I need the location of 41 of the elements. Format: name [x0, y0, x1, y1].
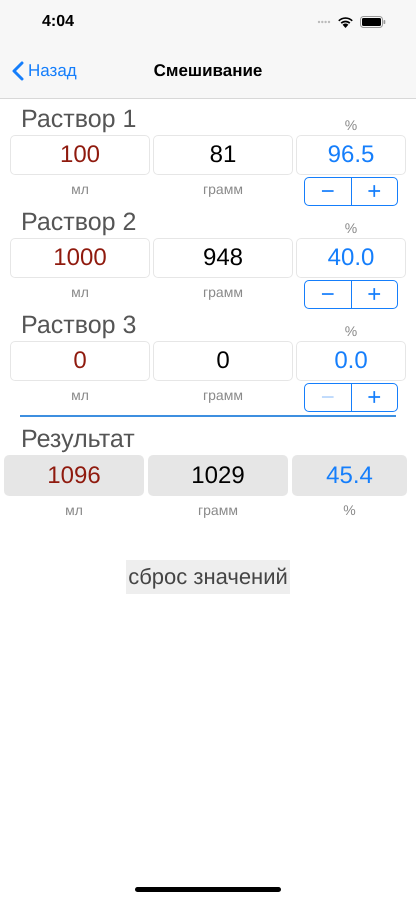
minus-button[interactable]: − [305, 281, 350, 308]
ml-field[interactable]: 0 [10, 341, 150, 381]
gram-label: грамм [202, 386, 244, 405]
solution-title: Раствор 3 [20, 310, 138, 341]
ml-field[interactable]: 1000 [10, 238, 150, 278]
chevron-icon [12, 61, 24, 81]
gram-label: грамм [202, 283, 244, 302]
percent-field[interactable]: 96.5 [296, 135, 406, 175]
ml-label: мл [64, 501, 84, 518]
back-button[interactable]: Назад [0, 60, 83, 82]
status-time: 4:04 [42, 13, 74, 31]
solution-title: Раствор 2 [20, 207, 138, 238]
result-title: Результат [20, 424, 136, 455]
ml-label: мл [70, 180, 90, 199]
battery-icon [360, 16, 386, 28]
gram-result: 1029 [148, 455, 288, 496]
plus-button[interactable]: + [350, 178, 397, 205]
reset-button[interactable]: сброс значений [126, 560, 290, 594]
solution-title: Раствор 1 [20, 104, 138, 135]
plus-button[interactable]: + [350, 281, 397, 308]
gram-label: грамм [197, 501, 239, 518]
ml-result: 1096 [4, 455, 144, 496]
gram-field[interactable]: 81 [153, 135, 293, 175]
gram-field[interactable]: 0 [153, 341, 293, 381]
screen-title: Смешивание [154, 61, 262, 81]
gram-label: грамм [202, 180, 244, 199]
percent-label: % [342, 501, 357, 518]
ml-label: мл [70, 386, 90, 405]
ml-field[interactable]: 100 [10, 135, 150, 175]
minus-button[interactable]: − [305, 178, 350, 205]
wifi-icon [337, 16, 354, 28]
percent-field[interactable]: 40.0 [296, 238, 406, 278]
percent-label: % [344, 323, 358, 341]
percent-label: % [344, 117, 358, 135]
percent-label: % [344, 220, 358, 238]
gram-field[interactable]: 948 [153, 238, 293, 278]
percent-field[interactable]: 0.0 [296, 341, 406, 381]
plus-button[interactable]: + [350, 384, 397, 411]
percent-result: 45.4 [292, 455, 407, 496]
ml-label: мл [70, 283, 90, 302]
signal-icon [317, 20, 331, 24]
